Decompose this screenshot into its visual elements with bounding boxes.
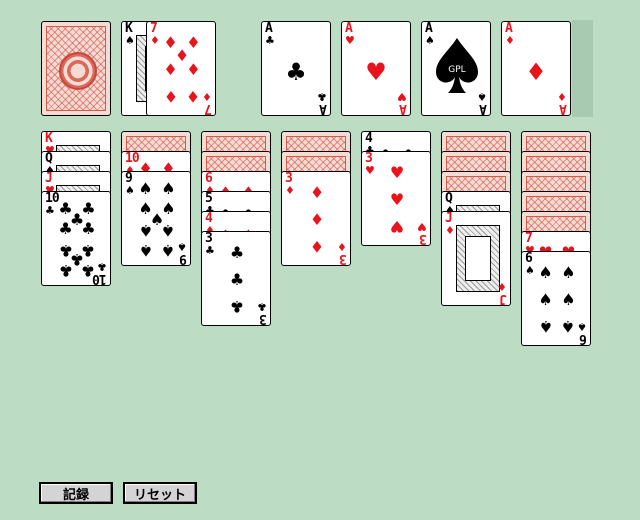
tableau-card[interactable]: 3 ♦ ♦ ♦ ♦ 3 ♦ bbox=[281, 171, 351, 266]
foundation-card[interactable]: A ♦ ♦ A ♦ bbox=[501, 21, 571, 116]
tableau-card[interactable]: 9 ♠ ♠ ♠ ♠ ♠ ♠ ♠ ♠ ♠ ♠ 9 ♠ bbox=[121, 171, 191, 266]
suit-pip-icon: ♠ bbox=[561, 262, 576, 282]
suit-icon: ♣ bbox=[97, 260, 107, 273]
suit-pip-icon: ♠ bbox=[138, 179, 153, 199]
suit-pip-icon: ♥ bbox=[365, 58, 387, 86]
card-rank-corner: 3 bbox=[260, 311, 267, 326]
card-rank-corner: 3 bbox=[340, 251, 347, 266]
suit-icon: ♠ bbox=[525, 264, 535, 277]
suit-icon: ♣ bbox=[317, 90, 327, 103]
suit-pip-icon: ♣ bbox=[58, 219, 73, 239]
suit-icon: ♦ bbox=[150, 34, 160, 47]
stock-pile[interactable] bbox=[41, 21, 111, 116]
suit-icon: ♦ bbox=[445, 224, 455, 237]
ace-spade-logo-icon: GPL bbox=[436, 38, 478, 93]
suit-pip-icon: ♦ bbox=[309, 182, 325, 202]
suit-icon: ♥ bbox=[365, 164, 375, 177]
record-button[interactable]: 記録 bbox=[39, 482, 113, 504]
suit-pip-icon: ♦ bbox=[309, 209, 325, 229]
suit-pip-icon: ♠ bbox=[561, 289, 576, 309]
tableau-card[interactable]: 6 ♠ ♠ ♠ ♠ ♠ ♠ ♠ 6 ♠ bbox=[521, 251, 591, 346]
suit-pip-icon: ♥ bbox=[389, 162, 405, 182]
suit-icon: ♦ bbox=[285, 184, 295, 197]
ace-logo-text: GPL bbox=[448, 65, 465, 75]
suit-pip-icon: ♦ bbox=[186, 87, 201, 107]
foundation-card[interactable]: A ♣ ♣ A ♣ bbox=[261, 21, 331, 116]
suit-pip-icon: ♦ bbox=[163, 87, 178, 107]
card-rank-corner: A bbox=[480, 101, 487, 116]
suit-icon: ♦ bbox=[505, 34, 515, 47]
suit-icon: ♠ bbox=[125, 184, 135, 197]
suit-icon: ♦ bbox=[202, 90, 212, 103]
suit-pip-icon: ♠ bbox=[138, 220, 153, 240]
card-rank-corner: A bbox=[560, 101, 567, 116]
suit-icon: ♥ bbox=[345, 34, 355, 47]
court-figure-icon bbox=[456, 225, 500, 292]
card-rank-corner: J bbox=[500, 291, 507, 306]
suit-icon: ♥ bbox=[397, 90, 407, 103]
tableau-card[interactable]: 10 ♣ ♣ ♣ ♣ ♣ ♣ ♣ ♣ ♣ ♣ ♣ 10 ♣ bbox=[41, 191, 111, 286]
suit-icon: ♣ bbox=[265, 34, 275, 47]
foundation-card[interactable]: A ♥ ♥ A ♥ bbox=[341, 21, 411, 116]
suit-icon: ♦ bbox=[557, 90, 567, 103]
suit-pip-icon: ♦ bbox=[525, 58, 547, 86]
tableau-card[interactable]: 3 ♣ ♣ ♣ ♣ 3 ♣ bbox=[201, 231, 271, 326]
tableau-card[interactable]: J ♦ J ♦ bbox=[441, 211, 511, 306]
suit-pip-icon: ♠ bbox=[161, 179, 176, 199]
waste-card[interactable]: 7 ♦ ♦ ♦ ♦ ♦ ♦ ♦ ♦ 7 ♦ bbox=[146, 21, 216, 116]
card-rank-corner: 10 bbox=[93, 271, 107, 286]
suit-pip-icon: ♥ bbox=[389, 189, 405, 209]
suit-pip-icon: ♠ bbox=[561, 317, 576, 337]
suit-icon: ♠ bbox=[577, 320, 587, 333]
suit-pip-icon: ♠ bbox=[538, 317, 553, 337]
card-rank-corner: A bbox=[400, 101, 407, 116]
suit-pip-icon: ♠ bbox=[161, 240, 176, 260]
foundation-shadow bbox=[572, 20, 593, 117]
suit-pip-icon: ♦ bbox=[309, 237, 325, 257]
suit-pip-icon: ♣ bbox=[285, 58, 307, 86]
card-rank-corner: 3 bbox=[420, 231, 427, 246]
tableau-card[interactable]: 3 ♥ ♥ ♥ ♥ 3 ♥ bbox=[361, 151, 431, 246]
suit-pip-icon: ♣ bbox=[58, 260, 73, 280]
reset-button[interactable]: リセット bbox=[123, 482, 197, 504]
suit-pip-icon: ♥ bbox=[389, 217, 405, 237]
suit-pip-icon: ♠ bbox=[538, 262, 553, 282]
foundation-card[interactable]: A ♠ GPL A ♠ bbox=[421, 21, 491, 116]
suit-pip-icon: ♣ bbox=[229, 297, 245, 317]
suit-icon: ♠ bbox=[477, 90, 487, 103]
card-rank-corner: 6 bbox=[580, 331, 587, 346]
suit-pip-icon: ♣ bbox=[229, 242, 245, 262]
suit-icon: ♠ bbox=[177, 240, 187, 253]
suit-pip-icon: ♠ bbox=[138, 240, 153, 260]
suit-pip-icon: ♣ bbox=[229, 269, 245, 289]
suit-icon: ♥ bbox=[417, 220, 427, 233]
suit-pip-icon: ♠ bbox=[161, 220, 176, 240]
suit-pip-icon: ♦ bbox=[186, 59, 201, 79]
suit-icon: ♣ bbox=[257, 300, 267, 313]
suit-icon: ♣ bbox=[45, 204, 55, 217]
card-rank-corner: 7 bbox=[205, 101, 212, 116]
card-rank-corner: A bbox=[320, 101, 327, 116]
suit-icon: ♣ bbox=[205, 244, 215, 257]
suit-icon: ♦ bbox=[337, 240, 347, 253]
card-rank-corner: 9 bbox=[180, 251, 187, 266]
suit-pip-icon: ♠ bbox=[538, 289, 553, 309]
suit-icon: ♠ bbox=[125, 34, 135, 47]
suit-pip-icon: ♦ bbox=[163, 59, 178, 79]
suit-icon: ♦ bbox=[497, 280, 507, 293]
suit-pip-icon: ♣ bbox=[81, 219, 96, 239]
